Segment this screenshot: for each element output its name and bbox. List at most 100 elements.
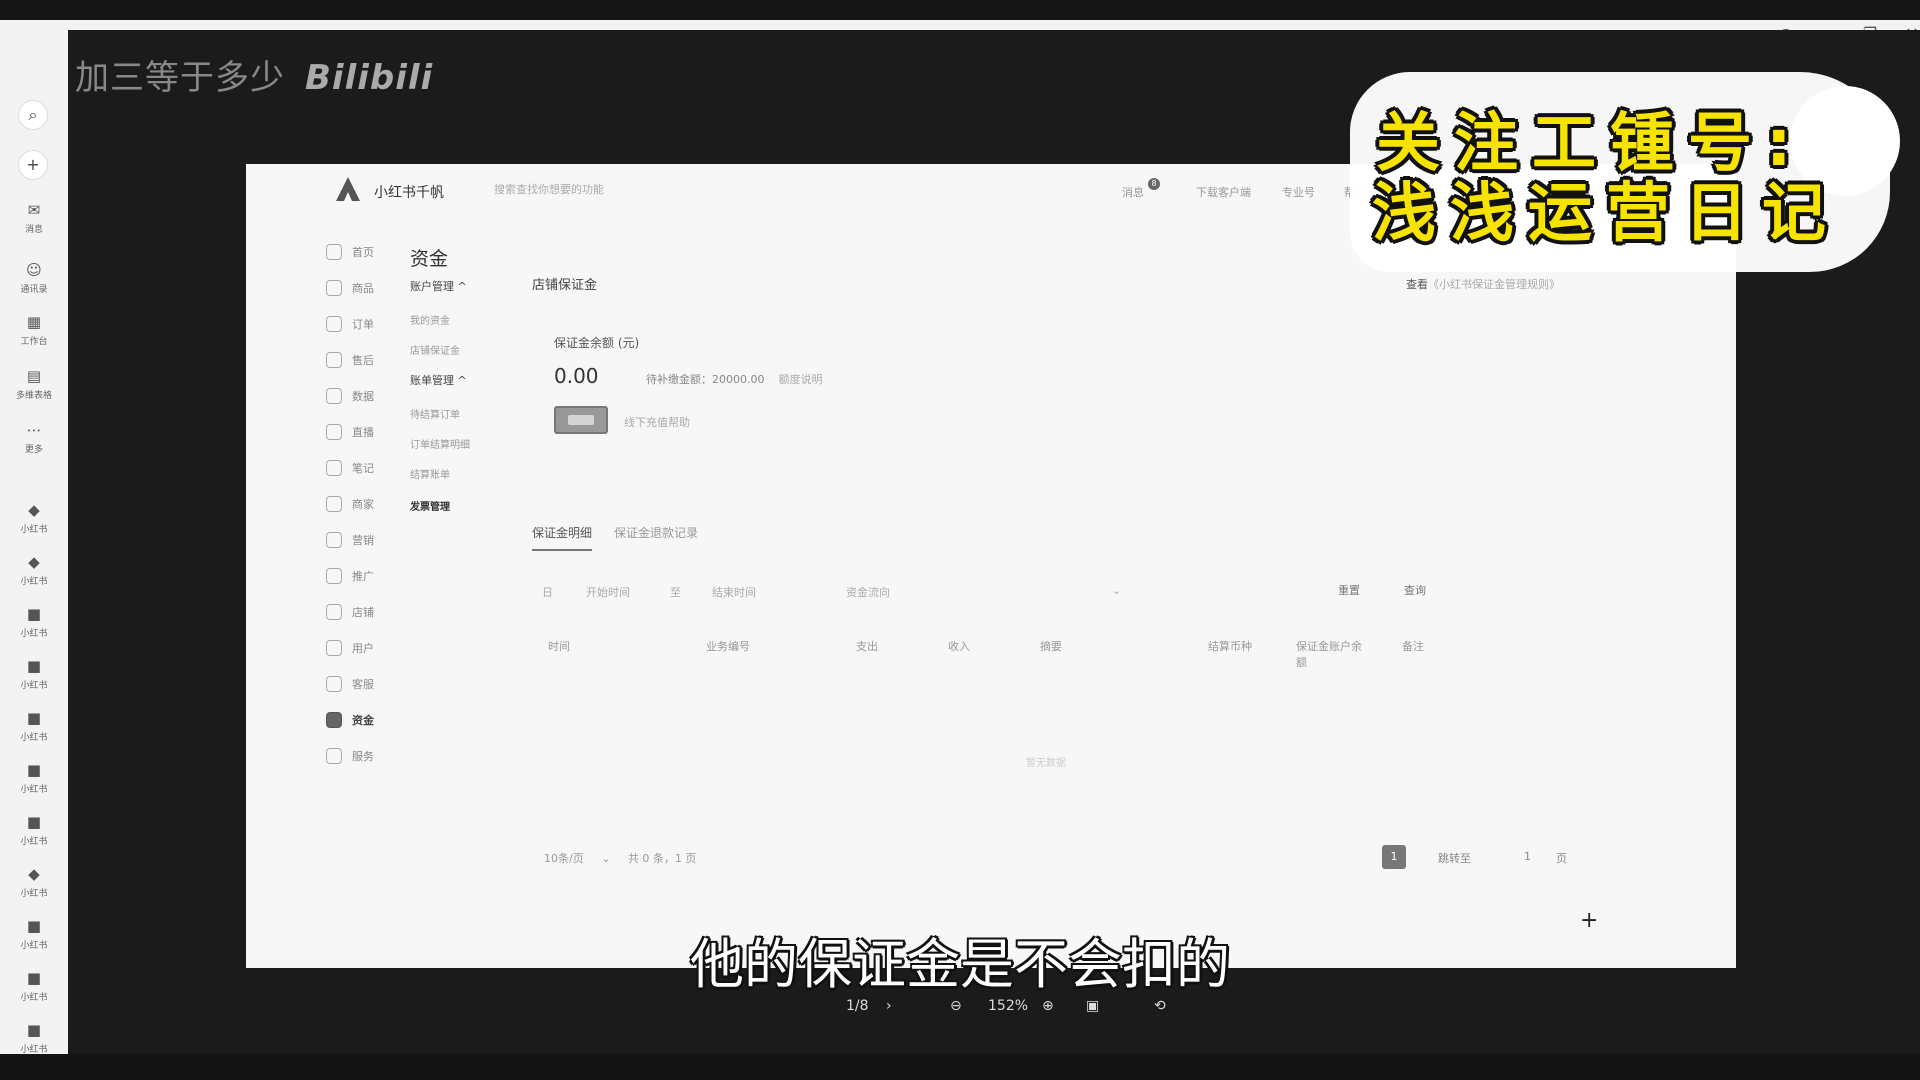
nav-aftersale[interactable]: 售后 [326,352,374,368]
goto-input[interactable]: 1 [1524,850,1531,863]
tab-deposit-detail[interactable]: 保证金明细 [532,524,593,551]
submenu-deposit[interactable]: 店铺保证金 [410,342,460,357]
submenu-my-funds[interactable]: 我的资金 [410,312,450,327]
rail-app-6[interactable]: ■ 小红书 [0,760,68,795]
rail-app-3[interactable]: ■ 小红书 [0,604,68,639]
fit-page-icon[interactable]: ▣ [1086,998,1099,1014]
app-icon: ◆ [28,865,40,883]
nav-orders[interactable]: 订单 [326,316,374,332]
nav-data[interactable]: 数据 [326,388,374,404]
submenu-settlement[interactable]: 订单结算明细 [410,436,470,451]
rail-item-tables[interactable]: ▤ 多维表格 [0,366,68,401]
chevron-down-icon[interactable]: ⌄ [601,852,610,865]
contacts-icon: ☺ [26,261,42,279]
rail-app-1[interactable]: ◆ 小红书 [0,500,68,535]
goods-icon [326,280,342,296]
section-title: 资金 [410,248,449,270]
home-icon [326,244,342,260]
quota-link[interactable]: 额度说明 [779,373,823,386]
nav-users[interactable]: 用户 [326,640,374,656]
aftersale-icon [326,352,342,368]
nav-promote[interactable]: 推广 [326,568,374,584]
current-page-button[interactable]: 1 [1382,845,1406,869]
recharge-button[interactable] [554,406,608,434]
zoom-in-icon[interactable]: ⊕ [1042,998,1054,1014]
submenu-invoice[interactable]: 发票管理 [410,498,450,513]
submenu-pending[interactable]: 待结算订单 [410,406,460,421]
rail-app-11[interactable]: ■ 小红书 [0,1020,68,1055]
nav-funds[interactable]: 资金 [326,712,374,728]
rail-item-workbench[interactable]: ▦ 工作台 [0,312,68,347]
search-icon[interactable]: ⌕ [18,100,48,130]
start-date-input[interactable]: 开始时间 [586,584,630,600]
tab-refund-records[interactable]: 保证金退款记录 [614,524,698,551]
nav-home[interactable]: 首页 [326,244,374,260]
col-summary: 摘要 [1040,640,1062,653]
nav-live[interactable]: 直播 [326,424,374,440]
reset-button[interactable]: 重置 [1338,582,1360,598]
app-icon: ■ [26,761,42,779]
top-strip [0,0,1920,20]
zoom-out-icon[interactable]: ⊖ [950,998,962,1014]
nav-shop[interactable]: 店铺 [326,604,374,620]
chevron-down-icon[interactable]: ⌄ [1112,584,1121,597]
nav-merchant[interactable]: 商家 [326,496,374,512]
pagination-info: 10条/页 ⌄ 共 0 条，1 页 [544,850,696,866]
balance-label: 保证金余额 (元) [554,336,640,350]
nav-goods[interactable]: 商品 [326,280,374,296]
data-icon [326,388,342,404]
header-messages[interactable]: 消息 [1122,184,1144,200]
diamond-icon [326,748,342,764]
recharge-help-link[interactable]: 线下充值帮助 [624,414,690,430]
page-size-select[interactable]: 10条/页 [544,852,584,865]
nav-service[interactable]: 客服 [326,676,374,692]
flow-select[interactable]: 资金流向 [846,584,890,600]
col-expense: 支出 [856,640,878,653]
app-icon: ■ [26,813,42,831]
search-input[interactable]: 搜索查找你想要的功能 [486,179,666,201]
submenu-account[interactable]: 账户管理 ^ [410,278,467,294]
nav-marketing[interactable]: 营销 [326,532,374,548]
message-badge: 8 [1148,178,1160,190]
rules-link[interactable]: 查看《小红书保证金管理规则》 [1406,276,1560,292]
logo-text: 小红书千帆 [374,185,444,201]
chat-icon: ✉ [27,201,41,219]
live-icon [326,424,342,440]
next-page-icon[interactable]: › [886,998,892,1014]
submenu-bill[interactable]: 结算账单 [410,466,450,481]
service-icon [326,676,342,692]
bottom-strip [0,1054,1920,1080]
fund-icon [326,712,342,728]
submenu-bills[interactable]: 账单管理 ^ [410,372,467,388]
more-icon: ⋯ [26,421,42,439]
rail-item-messages[interactable]: ✉ 消息 [0,200,68,235]
header-pro[interactable]: 专业号 [1282,184,1315,200]
rail-app-5[interactable]: ■ 小红书 [0,708,68,743]
app-icon: ■ [26,709,42,727]
rotate-icon[interactable]: ⟲ [1154,998,1166,1014]
user-icon [326,640,342,656]
rail-app-4[interactable]: ■ 小红书 [0,656,68,691]
nav-notes[interactable]: 笔记 [326,460,374,476]
marketing-icon [326,532,342,548]
query-button[interactable]: 查询 [1404,582,1426,598]
page-indicator: 1/8 [846,998,869,1014]
rail-app-2[interactable]: ◆ 小红书 [0,552,68,587]
app-icon: ◆ [28,501,40,519]
end-date-input[interactable]: 结束时间 [712,584,756,600]
logo-icon [336,177,360,201]
app-icon: ■ [26,1021,42,1039]
video-subtitle: 他的保证金是不会扣的 [690,933,1230,996]
rail-item-more[interactable]: ⋯ 更多 [0,420,68,455]
filter-day[interactable]: 日 [542,584,553,600]
promote-icon [326,568,342,584]
total-count: 共 0 条，1 页 [627,852,697,865]
header-download[interactable]: 下载客户端 [1196,184,1251,200]
balance-value: 0.00 [554,364,599,388]
watermark: 加三等于多少 Bilibili [75,58,434,98]
rail-app-7[interactable]: ■ 小红书 [0,812,68,847]
rail-app-8[interactable]: ◆ 小红书 [0,864,68,899]
rail-item-contacts[interactable]: ☺ 通讯录 [0,260,68,295]
add-icon[interactable]: + [18,150,48,180]
nav-services[interactable]: 服务 [326,748,374,764]
